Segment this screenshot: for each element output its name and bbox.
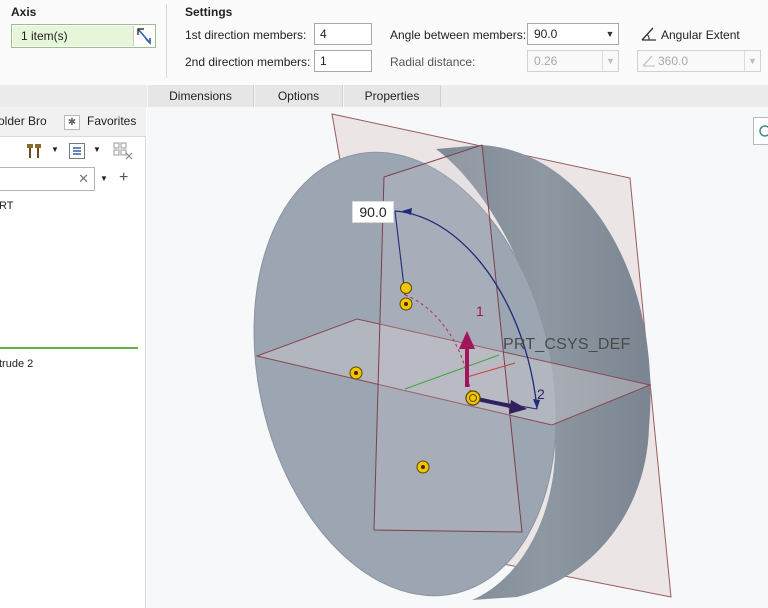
tab-dimensions[interactable]: Dimensions (147, 85, 254, 107)
pattern-dashboard: Axis 1 item(s) Settings 1st direction me… (0, 0, 768, 85)
angle-between-label: Angle between members: (390, 28, 527, 42)
radial-distance-combo[interactable]: 0.26 ▼ (527, 50, 619, 72)
pattern-member-marker[interactable] (416, 460, 430, 474)
chevron-down-icon[interactable]: ▼ (602, 51, 618, 71)
clear-icon[interactable]: ✕ (78, 171, 89, 187)
navigator-tabs: older Bro ✱ Favorites (0, 107, 146, 137)
first-direction-members-input[interactable]: 4 (314, 23, 372, 45)
graphics-viewport[interactable]: 90.0 PRT_CSYS_DEF 1 2 (147, 107, 768, 608)
tree-item-part[interactable]: RT (0, 200, 13, 212)
model-navigator: older Bro ✱ Favorites ▼ ▼ ✕ ▼ + RT trude… (0, 107, 146, 608)
tree-item-extrude-2[interactable]: trude 2 (0, 358, 33, 370)
chevron-down-icon[interactable]: ▼ (100, 174, 108, 183)
first-direction-label: 1st direction members: (185, 28, 307, 42)
axis-collector-value: 1 item(s) (13, 26, 133, 46)
pattern-member-marker[interactable] (399, 297, 413, 311)
show-list-icon[interactable] (68, 142, 86, 163)
second-direction-members-input[interactable]: 1 (314, 50, 372, 72)
filter-tree-icon[interactable] (112, 141, 134, 164)
pattern-member-marker[interactable] (400, 282, 412, 294)
angular-extent-icon (640, 26, 658, 45)
angle-between-value: 90.0 (534, 27, 558, 41)
insert-here-indicator[interactable] (0, 347, 138, 349)
tab-favorites[interactable]: Favorites (87, 114, 136, 128)
angular-extent-combo[interactable]: 360.0 ▼ (637, 50, 761, 72)
chevron-down-icon[interactable]: ▼ (51, 145, 59, 154)
settings-section-title: Settings (185, 5, 233, 19)
axis-section-title: Axis (11, 5, 37, 19)
chevron-down-icon[interactable]: ▼ (602, 24, 618, 44)
csys-label: PRT_CSYS_DEF (503, 336, 631, 353)
add-icon[interactable]: + (119, 169, 128, 187)
angle-dimension-value[interactable]: 90.0 (352, 201, 394, 223)
direction-1-label: 1 (476, 303, 484, 319)
navigator-toolbar: ▼ ▼ (0, 139, 146, 163)
settings-hammer-icon[interactable] (24, 141, 44, 164)
angular-extent-value: 360.0 (658, 54, 689, 68)
model-canvas[interactable] (147, 107, 768, 608)
axis-collector[interactable]: 1 item(s) (11, 24, 156, 48)
dashboard-tabs: Dimensions Options Properties (0, 85, 768, 107)
angular-extent-label: Angular Extent (661, 28, 740, 42)
tab-options[interactable]: Options (254, 85, 343, 107)
pattern-member-marker[interactable] (465, 390, 481, 406)
tab-properties[interactable]: Properties (343, 85, 441, 107)
search-input[interactable]: ✕ (0, 167, 95, 191)
radial-distance-value: 0.26 (534, 54, 558, 68)
section-divider (166, 4, 167, 78)
pattern-member-marker[interactable] (349, 366, 363, 380)
view-orientation-button[interactable] (753, 117, 768, 145)
chevron-down-icon[interactable]: ▼ (744, 51, 760, 71)
tab-folder-browser[interactable]: older Bro (0, 114, 47, 128)
radial-distance-label: Radial distance: (390, 55, 476, 69)
angle-between-combo[interactable]: 90.0 ▼ (527, 23, 619, 45)
second-direction-label: 2nd direction members: (185, 55, 311, 69)
flip-direction-icon[interactable] (133, 26, 153, 46)
chevron-down-icon[interactable]: ▼ (93, 145, 101, 154)
direction-2-label: 2 (537, 386, 545, 402)
angular-extent-small-icon (642, 54, 656, 74)
favorites-icon: ✱ (64, 115, 80, 130)
